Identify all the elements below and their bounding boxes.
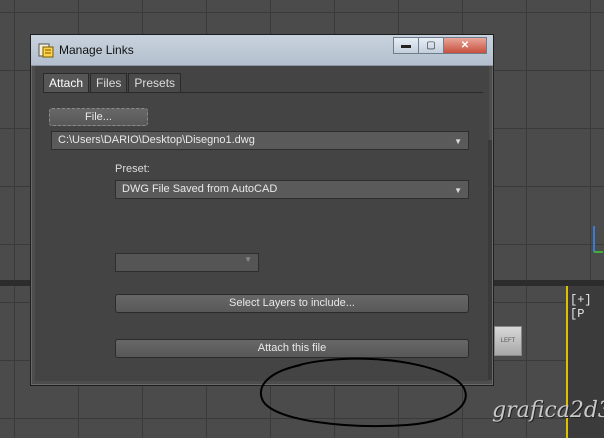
viewport-label[interactable]: [+][P [570,293,604,321]
chevron-down-icon: ▼ [454,137,462,146]
title-bar[interactable]: Manage Links ▬ ▢ ✕ [31,35,493,66]
tab-presets[interactable]: Presets [128,73,182,92]
attach-file-button[interactable]: Attach this file [115,339,469,358]
manage-links-app-icon [38,43,54,58]
select-layers-button[interactable]: Select Layers to include... [115,294,469,313]
preset-label: Preset: [115,163,150,175]
tab-attach[interactable]: Attach [43,73,90,92]
empty-dropdown[interactable]: ▼ [115,253,259,272]
chevron-down-icon: ▼ [454,186,462,195]
tab-strip: Attach Files Presets [43,73,182,92]
preset-value: DWG File Saved from AutoCAD [122,183,278,195]
file-path-value: C:\Users\DARIO\Desktop\Disegno1.dwg [58,134,255,146]
maximize-button[interactable]: ▢ [418,37,444,54]
dialog-scrollbar[interactable] [488,140,492,380]
file-button[interactable]: File... [49,108,148,126]
file-path-dropdown[interactable]: C:\Users\DARIO\Desktop\Disegno1.dwg ▼ [51,131,469,150]
tab-files[interactable]: Files [90,73,128,92]
manage-links-dialog: Manage Links ▬ ▢ ✕ Attach Files Presets … [30,34,494,427]
watermark-logo: grafica2d3d [492,398,604,423]
axis-tripod-icon [593,226,603,253]
chevron-down-icon: ▼ [244,255,252,264]
preset-dropdown[interactable]: DWG File Saved from AutoCAD ▼ [115,180,469,199]
minimize-button[interactable]: ▬ [393,37,419,54]
window-title: Manage Links [59,43,134,57]
tab-divider [43,92,483,93]
hand-drawn-circle-annotation [260,357,467,427]
close-button[interactable]: ✕ [443,37,487,54]
view-cube[interactable]: LEFT [494,326,522,356]
